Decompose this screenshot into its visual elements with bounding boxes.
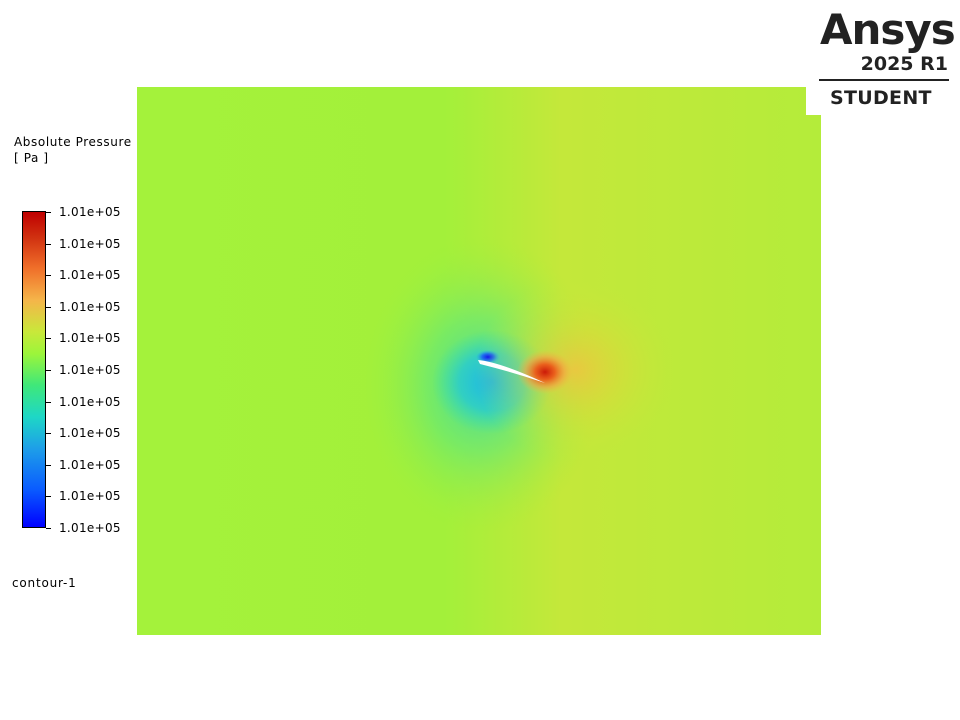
colorbar-tick-label: 1.01e+05 (59, 489, 121, 503)
colorbar-tick (46, 402, 51, 403)
stagnation-peak (517, 350, 573, 394)
version-label: 2025 R1 (860, 53, 948, 75)
contour-name: contour-1 (12, 576, 77, 590)
ansys-logo: Ansys (820, 5, 956, 54)
legend-units-label: [ Pa ] (14, 151, 49, 165)
colorbar (22, 211, 46, 528)
colorbar-tick (46, 244, 51, 245)
colorbar-tick-label: 1.01e+05 (59, 268, 121, 282)
colorbar-tick (46, 528, 51, 529)
legend-title: Absolute Pressure [ Pa ] (14, 134, 132, 166)
colorbar-tick (46, 338, 51, 339)
edition-label: STUDENT (830, 87, 932, 109)
colorbar-tick (46, 433, 51, 434)
logo-divider (819, 79, 949, 81)
colorbar-tick-label: 1.01e+05 (59, 300, 121, 314)
colorbar-tick-label: 1.01e+05 (59, 458, 121, 472)
colorbar-tick-label: 1.01e+05 (59, 426, 121, 440)
colorbar-tick-label: 1.01e+05 (59, 205, 121, 219)
colorbar-tick (46, 212, 51, 213)
colorbar-tick (46, 307, 51, 308)
colorbar-tick-label: 1.01e+05 (59, 521, 121, 535)
legend-variable-label: Absolute Pressure (14, 135, 132, 149)
colorbar-tick (46, 465, 51, 466)
colorbar-tick-label: 1.01e+05 (59, 237, 121, 251)
colorbar-tick (46, 496, 51, 497)
colorbar-tick-label: 1.01e+05 (59, 331, 121, 345)
colorbar-tick-label: 1.01e+05 (59, 395, 121, 409)
colorbar-tick (46, 370, 51, 371)
colorbar-tick (46, 275, 51, 276)
colorbar-tick-label: 1.01e+05 (59, 363, 121, 377)
